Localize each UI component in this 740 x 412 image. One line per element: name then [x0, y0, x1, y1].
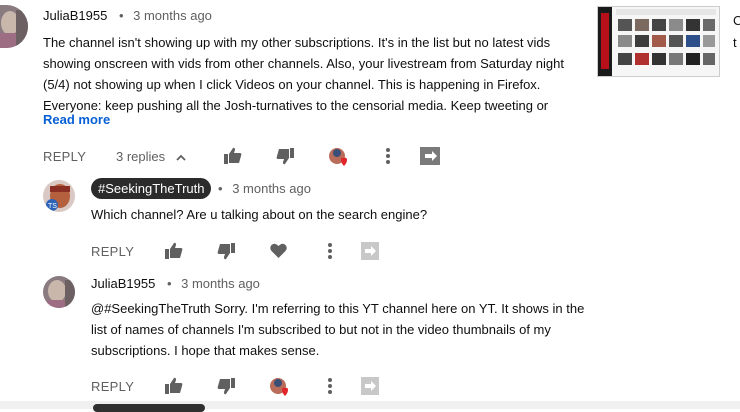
author-badge[interactable]: #SeekingTheTruth	[91, 178, 212, 199]
comment-text: The channel isn't showing up with my oth…	[43, 32, 588, 116]
creator-heart-icon	[270, 378, 288, 396]
side-text-line: C	[733, 13, 740, 28]
more-options-icon	[328, 243, 332, 259]
comment-line: @#SeekingTheTruth Sorry. I'm referring t…	[91, 301, 585, 316]
reply-actions: REPLY	[91, 375, 391, 399]
comment-time[interactable]: 3 months ago	[232, 181, 311, 196]
read-more-link[interactable]: Read more	[43, 112, 110, 127]
share-button[interactable]	[420, 147, 440, 170]
reply-meta: JuliaB1955 • 3 months ago	[91, 276, 260, 291]
svg-text:TS: TS	[48, 203, 57, 210]
thumbs-up-icon	[165, 242, 183, 259]
replies-toggle[interactable]: 3 replies	[116, 149, 187, 164]
avatar[interactable]	[0, 5, 28, 48]
comment-line: (5/4) not showing up when I click Videos…	[43, 77, 541, 92]
avatar[interactable]: TS	[43, 180, 75, 212]
comment-author[interactable]: JuliaB1955	[91, 276, 155, 291]
top-comment: JuliaB1955 • 3 months ago The channel is…	[0, 0, 590, 170]
creator-heart[interactable]	[269, 377, 291, 402]
side-video-title[interactable]: C t	[733, 10, 740, 54]
scroll-indicator[interactable]	[93, 404, 205, 412]
share-icon	[361, 242, 379, 260]
thumbs-down-icon	[276, 148, 294, 165]
share-icon	[420, 147, 440, 165]
comment-author[interactable]: JuliaB1955	[43, 8, 107, 23]
comment-meta: JuliaB1955 • 3 months ago	[43, 8, 212, 23]
comment-line: subscriptions. I hope that makes sense.	[91, 343, 320, 358]
creator-heart-icon	[329, 148, 347, 166]
reply-text: Which channel? Are u talking about on th…	[91, 204, 581, 225]
heart-button[interactable]	[270, 243, 287, 263]
more-options-button[interactable]	[327, 378, 333, 399]
like-button[interactable]	[224, 147, 242, 169]
share-icon	[361, 377, 379, 395]
comment-time[interactable]: 3 months ago	[181, 276, 260, 291]
comment-line: Which channel? Are u talking about on th…	[91, 207, 428, 222]
dislike-button[interactable]	[276, 148, 294, 170]
video-thumbnail[interactable]	[597, 6, 720, 77]
comment-line: The channel isn't showing up with my oth…	[43, 35, 551, 50]
reply-actions: REPLY	[91, 240, 391, 264]
more-options-icon	[386, 148, 390, 164]
reply-button[interactable]: REPLY	[43, 149, 86, 164]
thumbs-down-icon	[217, 243, 235, 260]
comment-time[interactable]: 3 months ago	[133, 8, 212, 23]
comment-actions: REPLY 3 replies	[43, 145, 463, 169]
reply-button[interactable]: REPLY	[91, 379, 134, 394]
chevron-up-icon	[176, 154, 186, 161]
side-text-line: t	[733, 35, 737, 50]
thumbs-down-icon	[217, 378, 235, 395]
comment-line: list of names of channels I'm subscribed…	[91, 322, 551, 337]
meta-separator: •	[218, 181, 223, 196]
reply-meta: • 3 months ago	[210, 181, 311, 196]
comment-line: Everyone: keep pushing all the Josh-turn…	[43, 98, 549, 113]
creator-heart[interactable]	[328, 147, 350, 172]
more-options-button[interactable]	[327, 243, 333, 264]
comment-line: showing onscreen with vids from other ch…	[43, 56, 564, 71]
share-button[interactable]	[361, 377, 379, 400]
meta-separator: •	[166, 276, 172, 291]
dislike-button[interactable]	[217, 243, 235, 265]
share-button[interactable]	[361, 242, 379, 265]
like-button[interactable]	[165, 242, 183, 264]
thumbs-up-icon	[165, 377, 183, 394]
heart-icon	[270, 243, 287, 258]
thumbs-up-icon	[224, 147, 242, 164]
dislike-button[interactable]	[217, 378, 235, 400]
like-button[interactable]	[165, 377, 183, 399]
avatar[interactable]	[43, 276, 75, 308]
replies-count: 3 replies	[116, 149, 166, 164]
reply-text: @#SeekingTheTruth Sorry. I'm referring t…	[91, 298, 586, 361]
more-options-button[interactable]	[385, 148, 391, 169]
more-options-icon	[328, 378, 332, 394]
meta-separator: •	[118, 8, 124, 23]
reply-button[interactable]: REPLY	[91, 244, 134, 259]
